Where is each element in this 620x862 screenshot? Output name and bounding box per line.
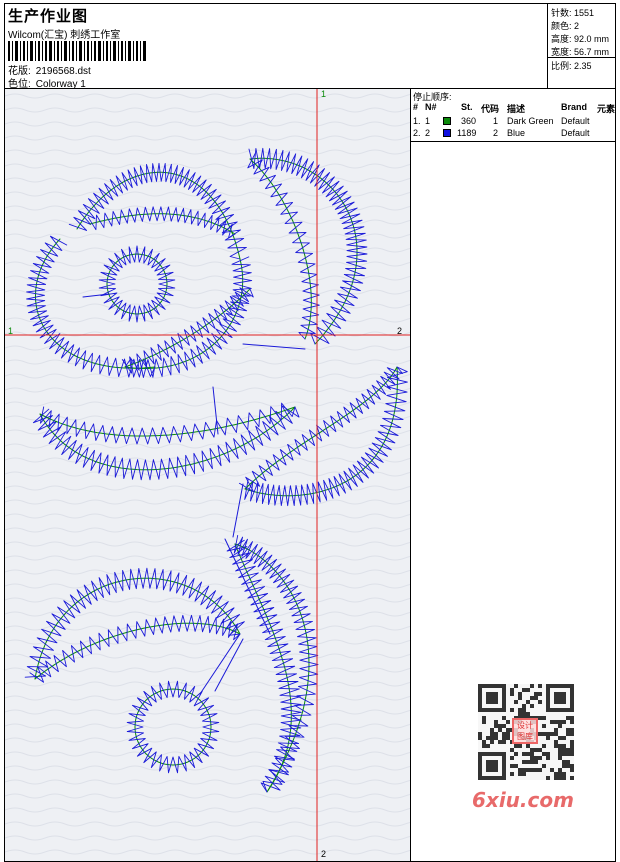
stat-height: 高度: 92.0 mm (551, 34, 610, 44)
row-brand: Default (561, 116, 590, 126)
canvas-background (5, 89, 410, 861)
axis-label-left: 1 (8, 326, 13, 336)
col-index: # (413, 102, 419, 112)
company-name: Wilcom(汇宝) 刺绣工作室 (8, 30, 121, 41)
row-needle: 2 (425, 128, 431, 138)
watermark-text: 6xiu.com (472, 788, 574, 812)
seal-stamp: 设计图库 (512, 718, 538, 744)
axis-label-bottom: 2 (321, 849, 326, 859)
col-brand: Brand (561, 102, 588, 112)
col-element: 元素 (597, 104, 616, 114)
barcode (8, 41, 146, 61)
axis-label-right: 2 (397, 326, 402, 336)
row-index: 2. (413, 128, 421, 138)
row-stitches: 360 (461, 116, 477, 126)
divider (548, 57, 616, 58)
stop-sequence-table: 停止顺序: # N# St. 代码 描述 Brand 元素 1. 1 360 1… (411, 89, 615, 142)
stat-ratio: 比例: 2.35 (551, 61, 592, 71)
axis-label-top: 1 (321, 89, 326, 99)
row-needle: 1 (425, 116, 431, 126)
row-brand: Default (561, 128, 590, 138)
row-description: Dark Green (507, 116, 554, 126)
color-swatch (443, 129, 451, 137)
header-info: 生产作业图 Wilcom(汇宝) 刺绣工作室 花版: 2196568.dst 色… (5, 4, 547, 90)
watermark: 设计图库 6xiu.com (470, 680, 586, 812)
stat-colors: 颜色: 2 (551, 21, 580, 31)
page-title: 生产作业图 (8, 8, 89, 25)
stat-stitches: 针数: 1551 (551, 8, 595, 18)
row-code: 2 (493, 128, 499, 138)
col-code: 代码 (481, 104, 500, 114)
stats-panel: 针数: 1551 颜色: 2 高度: 92.0 mm 宽度: 56.7 mm 比… (547, 4, 616, 88)
row-index: 1. (413, 116, 421, 126)
embroidery-drawing: 1 2 2 1 (5, 89, 410, 861)
col-description: 描述 (507, 104, 526, 114)
design-canvas: 1 2 2 1 (5, 89, 411, 861)
color-swatch (443, 117, 451, 125)
col-needle: N# (425, 102, 437, 112)
header: 生产作业图 Wilcom(汇宝) 刺绣工作室 花版: 2196568.dst 色… (4, 3, 616, 90)
row-description: Blue (507, 128, 526, 138)
row-stitches: 1189 (457, 128, 477, 138)
row-code: 1 (493, 116, 499, 126)
col-stitches: St. (461, 102, 473, 112)
